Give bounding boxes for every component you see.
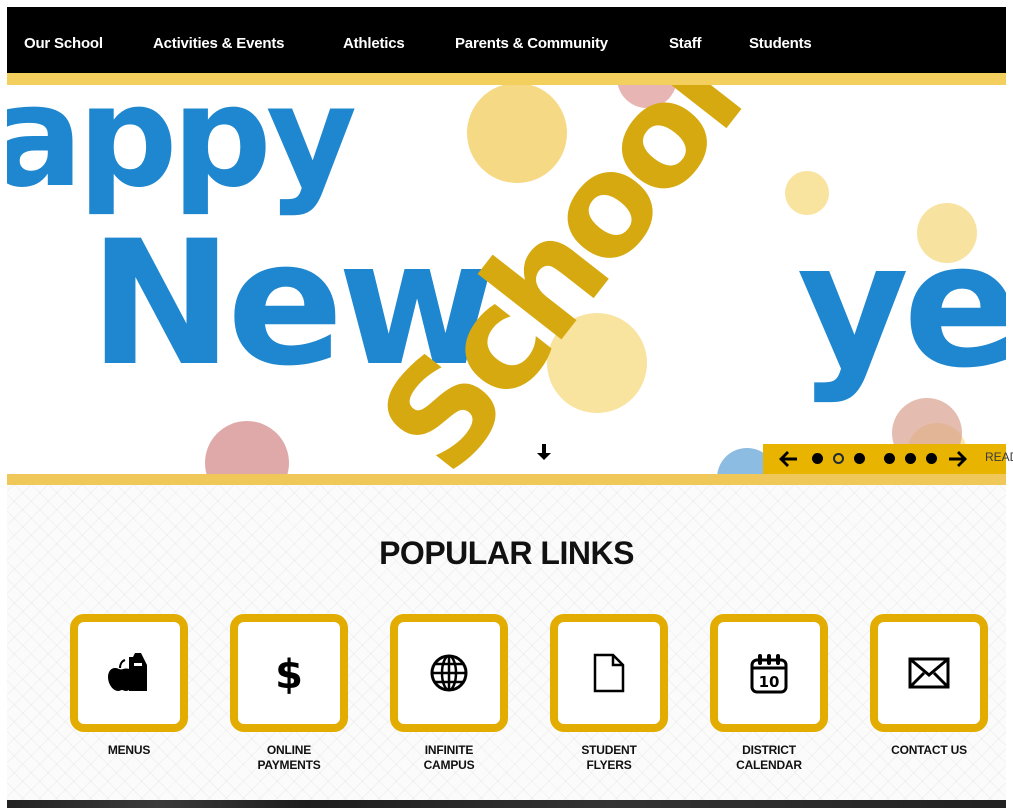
hero-text-year: ye (797, 205, 1006, 406)
arrow-left-icon[interactable] (777, 447, 799, 471)
tile-infinite-campus[interactable]: INFINITE CAMPUS (390, 614, 508, 773)
top-nav: Our School Activities & Events Athletics… (7, 7, 1006, 73)
hero-slider: appy New School ye (7, 73, 1006, 485)
arrow-right-icon[interactable] (947, 447, 969, 471)
tile-contact-us-label: CONTACT US (891, 743, 967, 757)
hero-band-bottom (7, 474, 1006, 485)
tile-menus[interactable]: MENUS (70, 614, 188, 758)
tile-online-payments-label: ONLINE PAYMENTS (257, 743, 321, 772)
tile-student-flyers-label: STUDENT FLYERS (581, 743, 637, 772)
nav-item-parents-community[interactable]: Parents & Community (455, 7, 608, 73)
tile-infinite-campus-label: INFINITE CAMPUS (423, 743, 475, 772)
read-more-link[interactable]: READ (985, 450, 1013, 464)
tile-menus-label: MENUS (107, 743, 151, 757)
tile-online-payments-box[interactable]: $ (230, 614, 348, 732)
tile-district-calendar-label: DISTRICT CALENDAR (736, 743, 802, 772)
calendar-icon: 10 (750, 654, 788, 694)
slider-dot-1[interactable] (812, 453, 823, 464)
tile-infinite-campus-box[interactable] (390, 614, 508, 732)
lunch-bag-apple-icon (108, 653, 147, 691)
tile-contact-us-box[interactable] (870, 614, 988, 732)
popular-links-title: POPULAR LINKS (379, 535, 634, 571)
bottom-dark-strip (7, 800, 1006, 808)
hero-band-top (7, 73, 1006, 85)
nav-item-students[interactable]: Students (749, 7, 812, 73)
tile-district-calendar[interactable]: 10 DISTRICT CALENDAR (710, 614, 828, 773)
calendar-icon-number: 10 (759, 673, 780, 691)
slider-dot-2[interactable] (833, 453, 844, 464)
hero-text-happy: appy (7, 73, 355, 219)
nav-item-our-school[interactable]: Our School (24, 7, 103, 73)
nav-item-athletics[interactable]: Athletics (343, 7, 405, 73)
nav-item-staff[interactable]: Staff (669, 7, 702, 73)
tile-student-flyers-box[interactable] (550, 614, 668, 732)
arrow-down-icon[interactable] (524, 443, 564, 473)
slider-dot-3[interactable] (854, 453, 865, 464)
popular-links-section: POPULAR LINKS MENUS $ ONLINE PAYMENTS IN… (7, 485, 1006, 800)
slider-dot-5[interactable] (905, 453, 916, 464)
hero-slide-image: appy New School ye (7, 73, 1006, 485)
tile-online-payments[interactable]: $ ONLINE PAYMENTS (230, 614, 348, 773)
slider-controls: READ (763, 444, 1013, 474)
envelope-icon (908, 657, 950, 689)
dollar-icon: $ (275, 652, 303, 695)
slider-dot-6[interactable] (926, 453, 937, 464)
tile-student-flyers[interactable]: STUDENT FLYERS (550, 614, 668, 773)
svg-text:$: $ (275, 652, 303, 695)
tile-menus-box[interactable] (70, 614, 188, 732)
tile-contact-us[interactable]: CONTACT US (870, 614, 988, 758)
nav-item-activities-events[interactable]: Activities & Events (153, 7, 284, 73)
tile-district-calendar-box[interactable]: 10 (710, 614, 828, 732)
document-icon (593, 653, 625, 693)
slider-dot-4[interactable] (884, 453, 895, 464)
globe-icon (430, 654, 468, 692)
